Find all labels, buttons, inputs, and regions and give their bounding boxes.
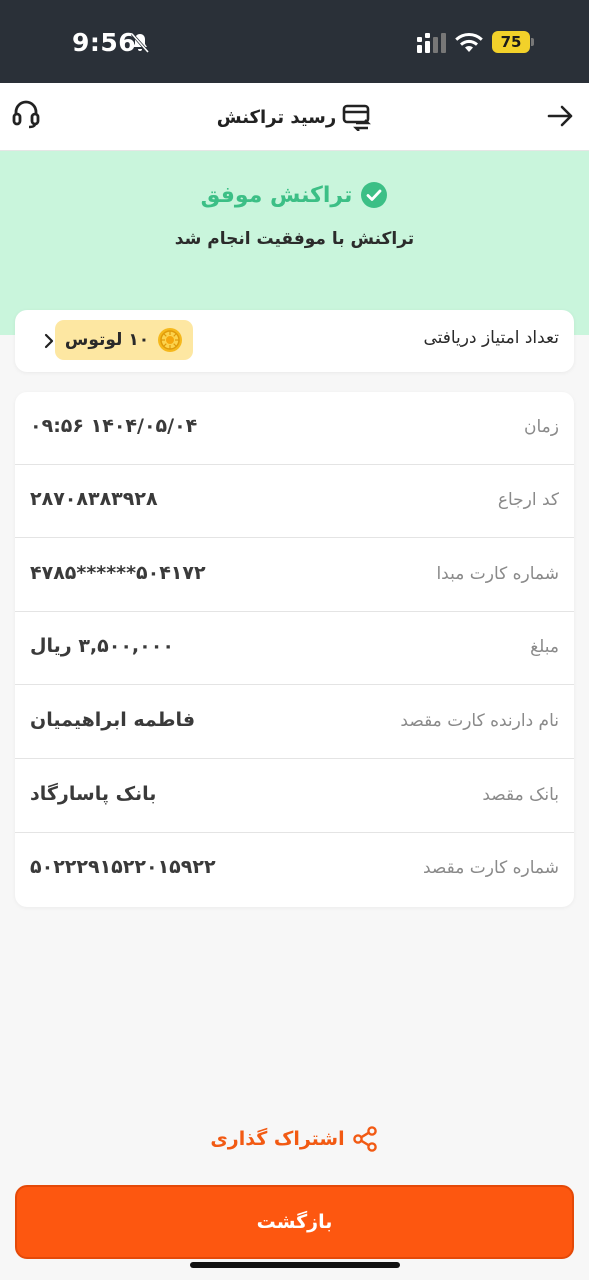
success-title: تراکنش موفق [200, 182, 353, 208]
chevron-right-icon[interactable] [43, 332, 55, 350]
app-header: رسید تراکنش [0, 83, 589, 151]
wifi-icon [455, 32, 483, 52]
cellular-icon [417, 33, 446, 53]
success-banner: تراکنش موفق تراکنش با موفقیت انجام شد [0, 151, 589, 335]
detail-value: ۱۴۰۴/۰۵/۰۴ ۰۹:۵۶ [30, 415, 198, 437]
back-arrow-icon[interactable] [545, 101, 575, 131]
detail-label: کد ارجاع [497, 490, 559, 510]
home-indicator [190, 1262, 400, 1268]
page-title: رسید تراکنش [216, 106, 337, 128]
detail-row-reference: کد ارجاع ۲۸۷۰۸۳۸۳۹۲۸ [15, 465, 574, 538]
points-label: تعداد امتیاز دریافتی [423, 328, 559, 348]
battery-level: 75 [492, 31, 530, 53]
bell-off-icon [130, 33, 150, 53]
status-time: 9:56 [72, 28, 137, 57]
battery-icon: 75 [492, 31, 534, 53]
detail-value: ۳,۵۰۰,۰۰۰ ریال [30, 635, 174, 657]
detail-value: ۲۸۷۰۸۳۸۳۹۲۸ [30, 488, 158, 510]
detail-row-destination-card: شماره کارت مقصد ۵۰۲۲۲۹۱۵۲۲۰۱۵۹۲۲ [15, 833, 574, 906]
detail-value: ۵۰۲۲۲۹۱۵۲۲۰۱۵۹۲۲ [30, 856, 216, 878]
detail-row-destination-bank: بانک مقصد بانک پاسارگاد [15, 760, 574, 833]
card-swap-icon [342, 104, 372, 131]
points-badge: ۱۰ لوتوس [55, 320, 193, 360]
detail-label: شماره کارت مبدا [436, 564, 559, 584]
lotus-coin-icon [158, 328, 183, 352]
share-icon [352, 1126, 377, 1152]
back-button[interactable]: بازگشت [15, 1185, 574, 1259]
detail-label: مبلغ [530, 637, 559, 657]
detail-row-time: زمان ۱۴۰۴/۰۵/۰۴ ۰۹:۵۶ [15, 392, 574, 465]
status-bar: 9:56 75 [0, 0, 589, 83]
detail-label: نام دارنده کارت مقصد [400, 711, 559, 731]
detail-label: بانک مقصد [482, 785, 559, 805]
detail-row-amount: مبلغ ۳,۵۰۰,۰۰۰ ریال [15, 612, 574, 685]
detail-value: ۵۰۴۱۷۲******۴۷۸۵ [30, 562, 206, 584]
share-button[interactable]: اشتراک گذاری [0, 1122, 589, 1156]
share-label: اشتراک گذاری [210, 1128, 345, 1150]
detail-row-source-card: شماره کارت مبدا ۵۰۴۱۷۲******۴۷۸۵ [15, 539, 574, 612]
detail-label: شماره کارت مقصد [422, 858, 559, 878]
detail-value: فاطمه ابراهیمیان [30, 709, 196, 731]
detail-row-recipient-name: نام دارنده کارت مقصد فاطمه ابراهیمیان [15, 686, 574, 759]
detail-label: زمان [524, 417, 559, 437]
points-value: ۱۰ لوتوس [64, 330, 150, 350]
check-circle-icon [361, 182, 388, 208]
points-card[interactable]: تعداد امتیاز دریافتی ۱۰ لوتوس [15, 310, 574, 372]
transaction-details-card: زمان ۱۴۰۴/۰۵/۰۴ ۰۹:۵۶ کد ارجاع ۲۸۷۰۸۳۸۳۹… [15, 392, 574, 907]
detail-value: بانک پاسارگاد [30, 783, 157, 805]
success-subtitle: تراکنش با موفقیت انجام شد [174, 229, 415, 249]
